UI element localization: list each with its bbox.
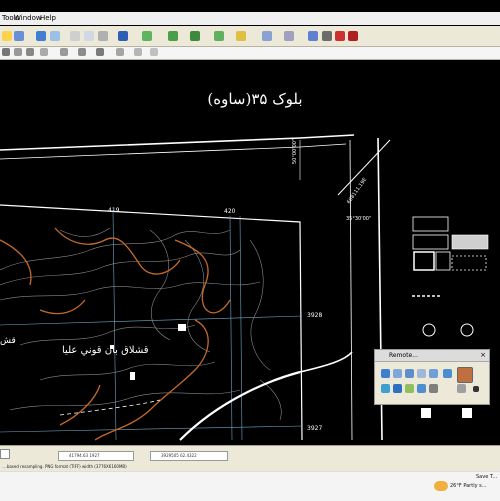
road	[179, 370, 301, 441]
pan-icon[interactable]	[381, 384, 390, 393]
previous-extent-icon[interactable]	[78, 48, 86, 56]
coordinate-readout: 41794.63 1927	[58, 451, 134, 461]
zoom-icon[interactable]	[393, 369, 402, 378]
copy-icon[interactable]	[70, 31, 80, 41]
page-icon[interactable]	[60, 48, 68, 56]
add-data-icon[interactable]	[142, 31, 152, 41]
coord-vertical-label: 50°00'00"	[292, 138, 298, 164]
floating-title-text: Remote...	[389, 352, 418, 359]
map-title: بلوک ۳۵(ساوه)	[207, 90, 303, 108]
fixed-zoom-icon[interactable]	[40, 48, 48, 56]
grid-line	[239, 215, 243, 441]
identify-icon[interactable]	[262, 31, 272, 41]
undo-icon[interactable]	[98, 31, 108, 41]
paste-icon[interactable]	[84, 31, 94, 41]
redo-icon[interactable]	[118, 31, 128, 41]
forward-icon[interactable]	[405, 384, 414, 393]
grid-label-right: 3927	[307, 425, 323, 432]
grid-label-top: 420	[224, 208, 236, 215]
status-message: ...based resampling. PNG format (TIFF) w…	[0, 463, 500, 471]
track	[59, 399, 161, 416]
main-toolbar	[0, 26, 500, 47]
zoom-layout-icon[interactable]	[14, 48, 22, 56]
hyperlink-icon[interactable]	[429, 369, 438, 378]
weather-icon[interactable]	[434, 481, 448, 491]
toggle-draft-icon[interactable]	[150, 48, 158, 56]
save-icon[interactable]	[14, 31, 24, 41]
next-extent-icon[interactable]	[96, 48, 104, 56]
building-marker	[178, 324, 186, 331]
pan-icon[interactable]	[214, 31, 224, 41]
building-marker	[130, 372, 135, 380]
road	[299, 351, 353, 373]
folder-icon[interactable]	[2, 31, 12, 41]
menu-window[interactable]: Window	[14, 14, 42, 22]
floating-toolbar-title: Remote... ×	[375, 350, 489, 362]
pointer-icon[interactable]	[381, 369, 390, 378]
pan-layout-icon[interactable]	[26, 48, 34, 56]
zoom-whole-page-icon[interactable]	[116, 48, 124, 56]
inner-frame-right	[349, 139, 353, 441]
overview-icon[interactable]	[457, 384, 466, 393]
status-text: ...based resampling. PNG format (TIFF) w…	[3, 464, 127, 469]
menu-help[interactable]: Help	[40, 14, 56, 22]
menu-bar: Tools Window Help	[0, 12, 500, 25]
status-checkbox[interactable]	[0, 449, 10, 459]
weather-text: 26°F Partly s...	[450, 483, 487, 489]
full-extent-icon[interactable]	[417, 384, 426, 393]
grid-label-right: 3928	[307, 312, 323, 319]
village-label-partial: قش	[0, 336, 16, 346]
layout-toolbar	[0, 47, 500, 60]
zoom-100-icon[interactable]	[134, 48, 142, 56]
floating-toolbar[interactable]: Remote... ×	[374, 349, 490, 405]
find-icon[interactable]	[284, 31, 294, 41]
map-neatline	[0, 204, 303, 441]
grid-label-top: 419	[108, 207, 120, 214]
print-icon[interactable]	[36, 31, 46, 41]
hyperlink-icon[interactable]	[322, 31, 332, 41]
coord-lat-label: 35°30'00"	[346, 216, 372, 222]
cut-icon[interactable]	[50, 31, 60, 41]
grid-line	[229, 215, 233, 441]
dropdown-icon[interactable]	[473, 386, 479, 392]
measure-icon[interactable]	[417, 369, 426, 378]
raster-icon[interactable]	[457, 367, 473, 383]
grid-line	[0, 315, 303, 326]
identify-icon[interactable]	[405, 369, 414, 378]
header-stripe	[337, 139, 391, 196]
zoom-out-icon[interactable]	[190, 31, 200, 41]
zoom-in-icon[interactable]	[168, 31, 178, 41]
village-label: قشلاق بان قوني عليا	[62, 345, 149, 356]
taskbar-right-text: Save T...	[476, 474, 498, 480]
measure-icon[interactable]	[308, 31, 318, 41]
grid-line	[0, 425, 303, 433]
taskbar: 26°F Partly s... Save T...	[0, 471, 500, 501]
select-icon[interactable]	[429, 384, 438, 393]
find-icon[interactable]	[443, 369, 452, 378]
outer-frame-top	[0, 134, 355, 151]
help-icon[interactable]	[348, 31, 358, 41]
layout-icon[interactable]	[335, 31, 345, 41]
index-contours	[0, 227, 231, 441]
back-icon[interactable]	[393, 384, 402, 393]
select-icon[interactable]	[2, 48, 10, 56]
coordinate-readout: 3929505 62.4322	[150, 451, 228, 461]
full-extent-icon[interactable]	[236, 31, 246, 41]
close-icon[interactable]: ×	[480, 351, 486, 359]
